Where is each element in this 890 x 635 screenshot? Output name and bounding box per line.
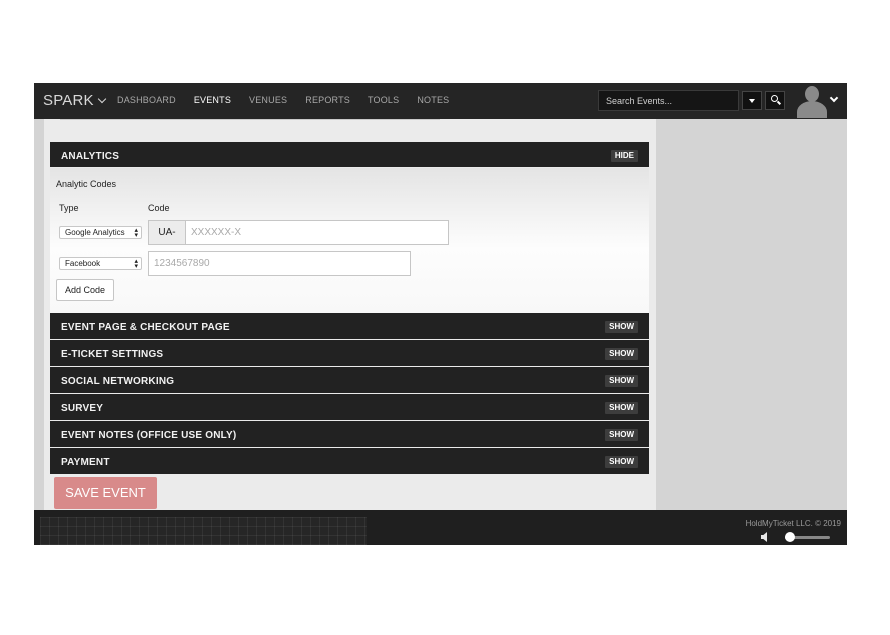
show-toggle-button[interactable]: SHOW: [605, 348, 638, 360]
selected-type: Facebook: [65, 259, 101, 268]
brand-menu[interactable]: SPARK: [43, 92, 106, 109]
select-arrows-icon: ▴ ▾: [134, 227, 138, 239]
section-title: E-TICKET SETTINGS: [61, 349, 164, 360]
section-payment[interactable]: PAYMENT SHOW: [50, 448, 649, 474]
nav-notes[interactable]: NOTES: [417, 95, 449, 105]
main-nav: DASHBOARD EVENTS VENUES REPORTS TOOLS NO…: [117, 95, 467, 105]
section-title: EVENT PAGE & CHECKOUT PAGE: [61, 322, 230, 333]
section-title: SOCIAL NETWORKING: [61, 376, 175, 387]
code-column-header: Code: [148, 203, 170, 213]
section-title: ANALYTICS: [61, 151, 120, 162]
avatar-head-shape: [805, 86, 819, 102]
search-button[interactable]: [765, 91, 785, 110]
add-code-button[interactable]: Add Code: [56, 279, 114, 301]
volume-slider-handle[interactable]: [784, 532, 795, 542]
avatar-body-shape: [797, 101, 827, 118]
section-event-notes[interactable]: EVENT NOTES (OFFICE USE ONLY) SHOW: [50, 421, 649, 448]
facebook-code-input[interactable]: [148, 251, 411, 276]
section-analytics[interactable]: ANALYTICS HIDE: [50, 142, 649, 168]
analytics-body: Analytic Codes Type Code Google Analytic…: [50, 168, 649, 314]
app-window: SPARK DASHBOARD EVENTS VENUES REPORTS TO…: [34, 83, 847, 545]
ua-prefix-addon: UA-: [148, 220, 186, 245]
save-event-button[interactable]: SAVE EVENT: [54, 477, 157, 509]
user-avatar[interactable]: [795, 84, 829, 118]
section-e-ticket-settings[interactable]: E-TICKET SETTINGS SHOW: [50, 340, 649, 367]
chevron-down-icon: [97, 94, 106, 104]
section-title: PAYMENT: [61, 457, 110, 468]
nav-reports[interactable]: REPORTS: [305, 95, 350, 105]
show-toggle-button[interactable]: SHOW: [605, 402, 638, 414]
section-event-page-checkout[interactable]: EVENT PAGE & CHECKOUT PAGE SHOW: [50, 313, 649, 340]
user-menu-chevron-icon[interactable]: [829, 93, 839, 103]
type-column-header: Type: [59, 203, 79, 213]
nav-events[interactable]: EVENTS: [194, 95, 231, 105]
google-analytics-code-input[interactable]: [185, 220, 449, 245]
analytics-type-select[interactable]: Google Analytics ▴ ▾: [59, 226, 142, 239]
nav-tools[interactable]: TOOLS: [368, 95, 399, 105]
nav-dashboard[interactable]: DASHBOARD: [117, 95, 176, 105]
show-toggle-button[interactable]: SHOW: [605, 375, 638, 387]
select-arrows-icon: ▴ ▾: [134, 258, 138, 270]
volume-icon[interactable]: [761, 532, 767, 542]
scrolled-content-edge: [60, 119, 440, 122]
footer-pattern: [40, 517, 367, 545]
show-toggle-button[interactable]: SHOW: [605, 429, 638, 441]
show-toggle-button[interactable]: SHOW: [605, 321, 638, 333]
selected-type: Google Analytics: [65, 228, 125, 237]
section-title: EVENT NOTES (OFFICE USE ONLY): [61, 430, 237, 441]
search-filter-dropdown-button[interactable]: [742, 91, 762, 110]
analytic-codes-label: Analytic Codes: [56, 179, 117, 189]
search-icon: [770, 95, 778, 102]
hide-toggle-button[interactable]: HIDE: [610, 150, 638, 162]
footer-bar: HoldMyTicket LLC. © 2019: [34, 510, 847, 545]
caret-down-icon: [749, 98, 755, 103]
top-navbar: SPARK DASHBOARD EVENTS VENUES REPORTS TO…: [34, 83, 847, 119]
brand-label: SPARK: [43, 92, 94, 109]
nav-venues[interactable]: VENUES: [249, 95, 287, 105]
show-toggle-button[interactable]: SHOW: [605, 456, 638, 468]
event-form-panel: ANALYTICS HIDE Analytic Codes Type Code …: [44, 119, 656, 510]
section-survey[interactable]: SURVEY SHOW: [50, 394, 649, 421]
section-title: SURVEY: [61, 403, 104, 414]
copyright-text: HoldMyTicket LLC. © 2019: [745, 519, 841, 528]
section-social-networking[interactable]: SOCIAL NETWORKING SHOW: [50, 367, 649, 394]
search-events-input[interactable]: [598, 90, 739, 111]
analytics-type-select[interactable]: Facebook ▴ ▾: [59, 257, 142, 270]
